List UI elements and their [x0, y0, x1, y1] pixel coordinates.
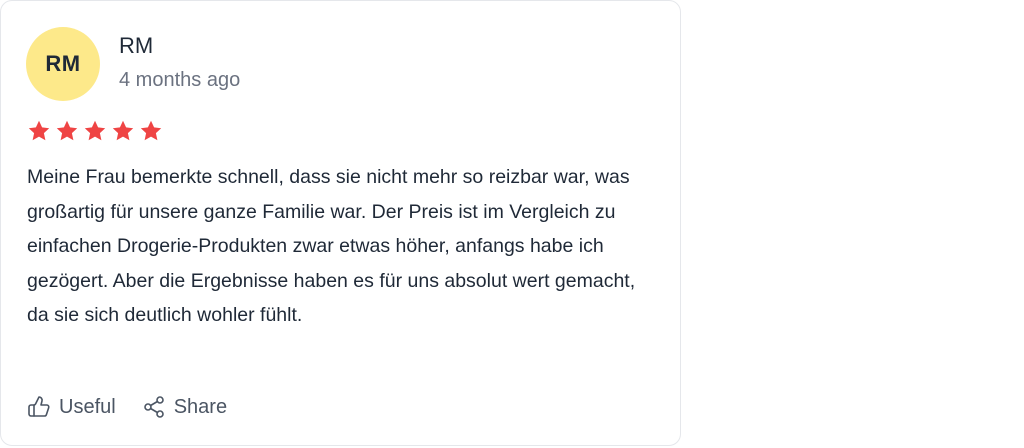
- review-card: RM RM 4 months ago Meine Frau bemerkte s…: [0, 0, 681, 446]
- star-icon: [111, 119, 135, 143]
- share-icon: [142, 395, 166, 419]
- avatar: RM: [26, 27, 100, 101]
- avatar-initials: RM: [45, 51, 81, 76]
- useful-label: Useful: [59, 395, 116, 418]
- share-button[interactable]: Share: [142, 395, 227, 419]
- useful-button[interactable]: Useful: [27, 395, 116, 419]
- star-icon: [83, 119, 107, 143]
- thumbs-up-icon: [27, 395, 51, 419]
- review-time: 4 months ago: [119, 69, 241, 91]
- star-icon: [27, 119, 51, 143]
- review-text: Meine Frau bemerkte schnell, dass sie ni…: [27, 166, 636, 326]
- star-icon: [139, 119, 163, 143]
- review-actions: Useful Share: [27, 395, 227, 419]
- share-label: Share: [173, 395, 228, 418]
- star-rating: [27, 119, 163, 143]
- author-name: RM: [119, 33, 154, 58]
- star-icon: [55, 119, 79, 143]
